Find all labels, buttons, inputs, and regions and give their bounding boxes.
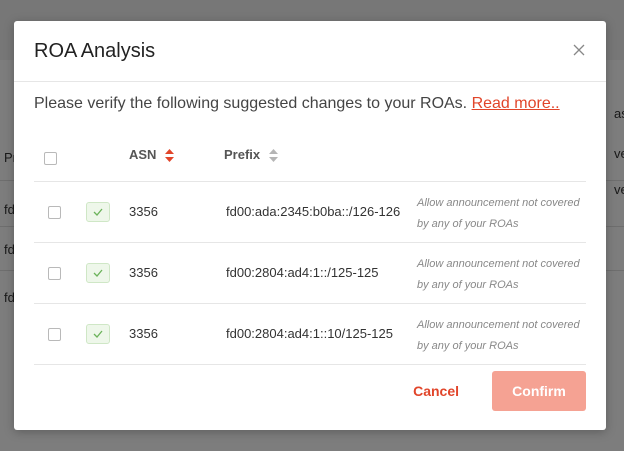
table-row: 3356 fd00:2804:ad4:1::/125-125 Allow ann… [34,243,586,304]
suggestion-note: Allow announcement not covered by any of… [417,258,580,291]
read-more-link[interactable]: Read more.. [472,95,560,112]
select-all-checkbox[interactable] [44,152,57,165]
valid-badge [86,324,110,344]
suggestion-note: Allow announcement not covered by any of… [417,197,580,230]
close-icon [573,44,585,56]
close-button[interactable] [572,43,586,57]
intro-text: Please verify the following suggested ch… [34,95,560,113]
checkmark-icon [93,208,103,216]
confirm-button[interactable]: Confirm [492,371,586,411]
sort-ascending-icon [165,149,175,163]
asn-cell: 3356 [129,265,158,280]
column-header-asn[interactable]: ASN [129,147,175,163]
prefix-cell: fd00:ada:2345:b0ba::/126-126 [226,204,401,219]
prefix-cell: fd00:2804:ad4:1::10/125-125 [226,326,393,341]
dialog-header: ROA Analysis [14,21,606,82]
row-checkbox[interactable] [48,328,61,341]
sort-icon [268,149,278,163]
checkmark-icon [93,330,103,338]
valid-badge [86,202,110,222]
roa-analysis-dialog: ROA Analysis Please verify the following… [14,21,606,430]
column-header-prefix[interactable]: Prefix [224,147,278,163]
prefix-cell: fd00:2804:ad4:1::/125-125 [226,265,379,280]
roa-table: ASN Prefix 3356 fd00:ada:2345:b0ba::/126… [34,136,586,365]
checkmark-icon [93,269,103,277]
row-checkbox[interactable] [48,267,61,280]
suggestion-note: Allow announcement not covered by any of… [417,319,580,352]
dialog-title: ROA Analysis [34,40,156,62]
table-header: ASN Prefix [34,136,586,182]
intro-message: Please verify the following suggested ch… [34,95,472,112]
asn-header-label: ASN [129,147,157,162]
table-row: 3356 fd00:2804:ad4:1::10/125-125 Allow a… [34,304,586,365]
table-row: 3356 fd00:ada:2345:b0ba::/126-126 Allow … [34,182,586,243]
prefix-header-label: Prefix [224,147,261,162]
cancel-button[interactable]: Cancel [411,371,461,411]
row-checkbox[interactable] [48,206,61,219]
asn-cell: 3356 [129,326,158,341]
asn-cell: 3356 [129,204,158,219]
valid-badge [86,263,110,283]
